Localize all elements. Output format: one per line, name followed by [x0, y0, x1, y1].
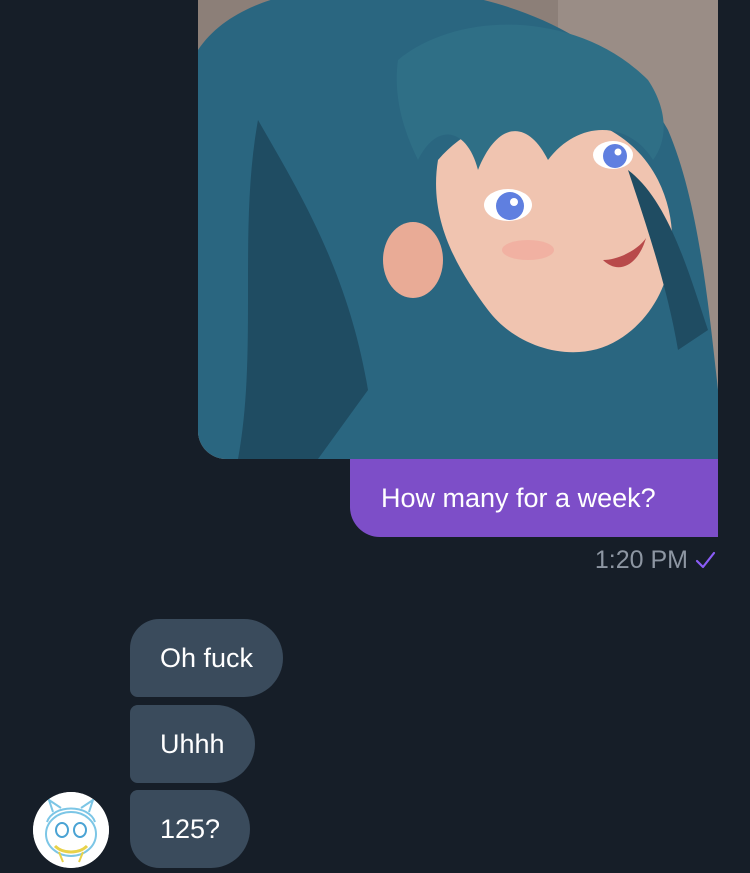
avatar-icon — [33, 792, 109, 868]
checkmark-icon — [694, 549, 716, 571]
chat-thread: How many for a week? 1:20 PM Oh fuck Uhh… — [0, 0, 750, 873]
sent-message-text: How many for a week? — [381, 483, 656, 513]
anime-girl-image — [198, 0, 718, 459]
message-meta: 1:20 PM — [595, 540, 716, 580]
received-message-bubble[interactable]: 125? — [130, 790, 251, 868]
received-message-bubble[interactable]: Uhhh — [130, 705, 255, 783]
avatar[interactable] — [33, 792, 109, 868]
received-message-bubble[interactable]: Oh fuck — [130, 619, 284, 697]
sent-image[interactable] — [198, 0, 718, 459]
sent-message-bubble[interactable]: How many for a week? — [350, 459, 718, 537]
received-message-text: Oh fuck — [160, 643, 254, 673]
received-message-text: 125? — [160, 814, 221, 844]
received-message-text: Uhhh — [160, 729, 225, 759]
message-time: 1:20 PM — [594, 545, 688, 574]
